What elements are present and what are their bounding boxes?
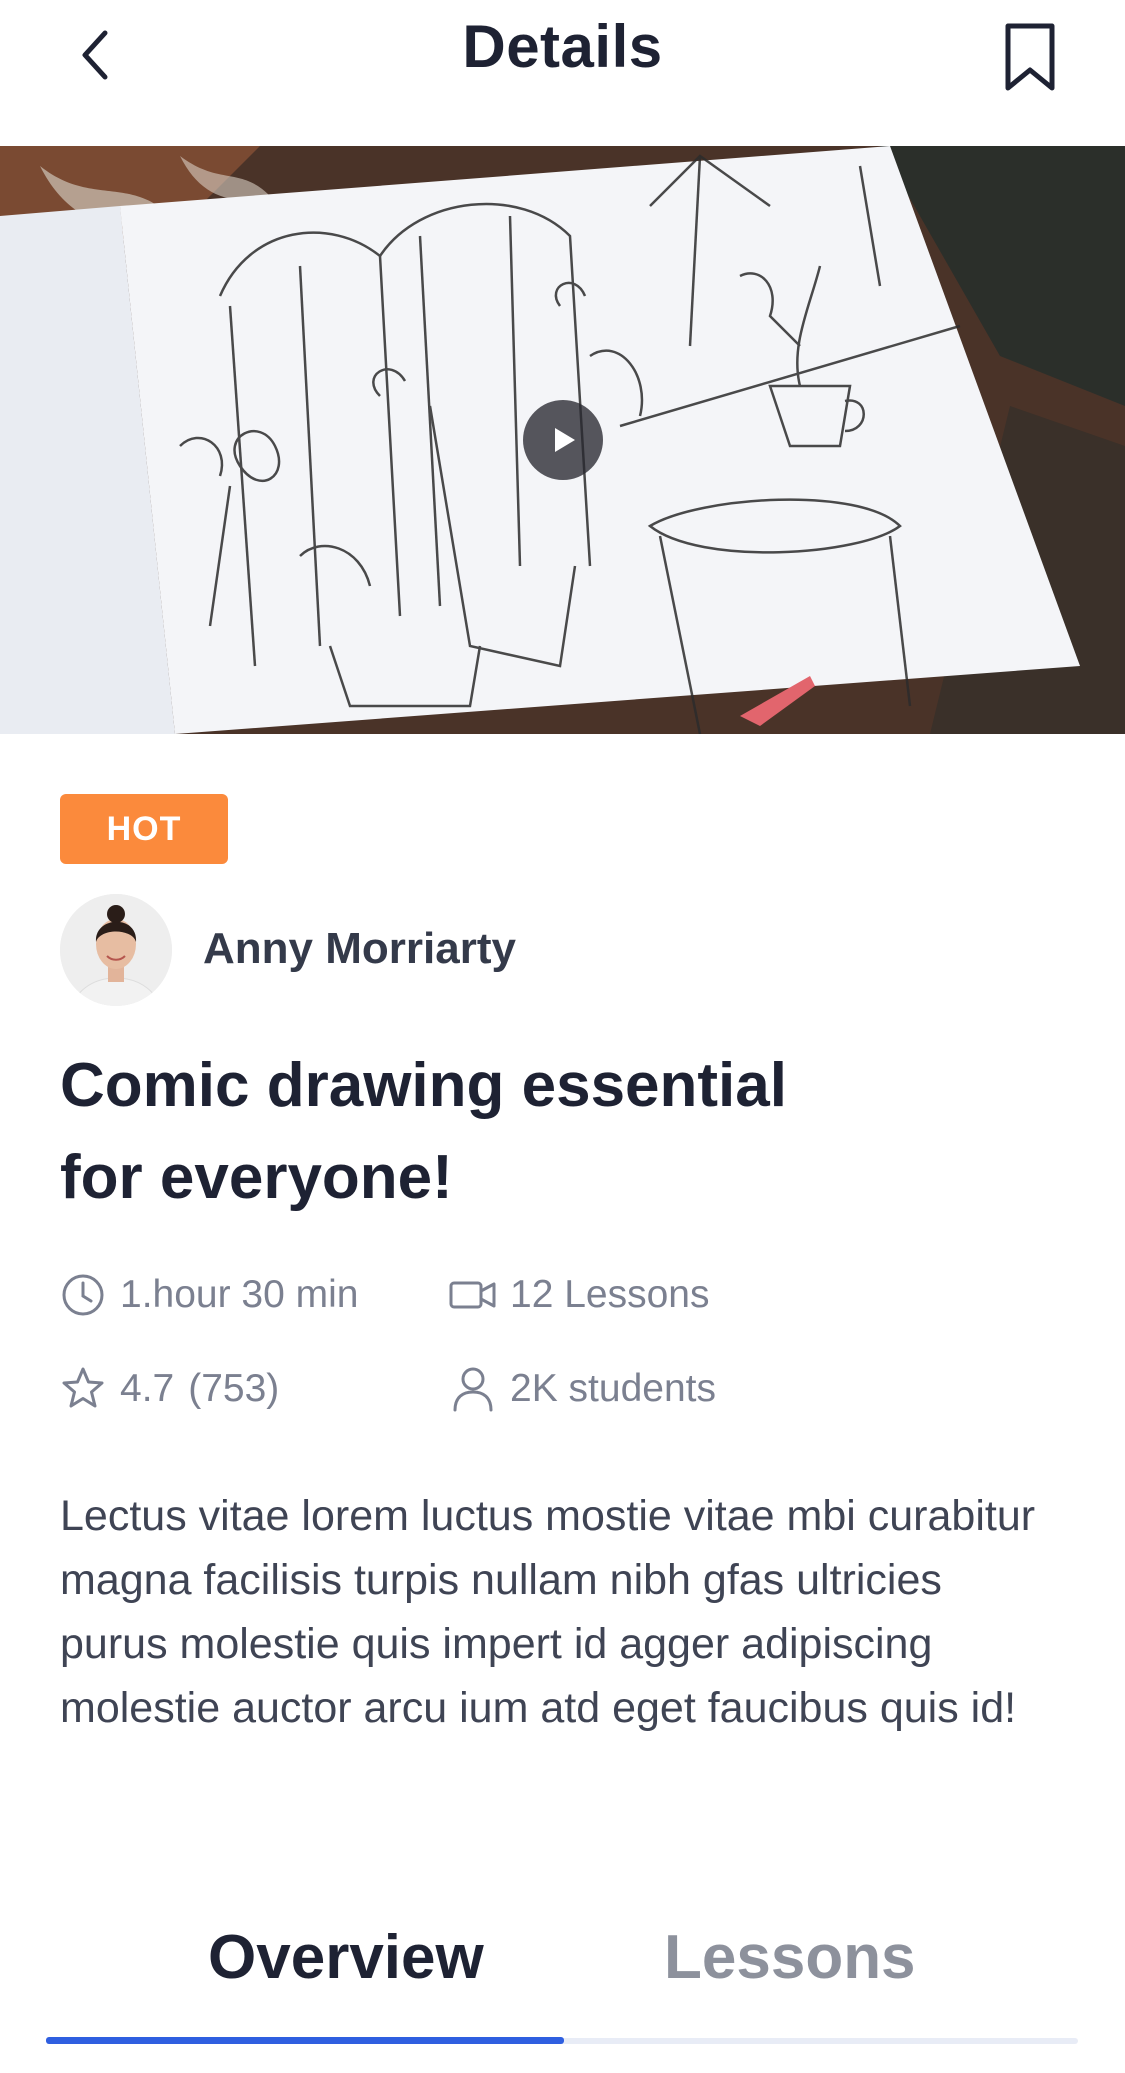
- user-icon: [448, 1364, 498, 1414]
- video-camera-icon: [448, 1270, 498, 1320]
- course-description: Lectus vitae lorem luctus mostie vitae m…: [60, 1492, 1036, 1732]
- author-avatar[interactable]: [60, 894, 172, 1006]
- tab-overview[interactable]: Overview: [208, 1922, 484, 1993]
- play-button[interactable]: [523, 400, 603, 480]
- star-icon: [58, 1364, 108, 1414]
- course-title-line: Comic drawing essential: [60, 1051, 787, 1120]
- duration-text: 1.hour 30 min: [120, 1273, 359, 1316]
- students-text: 2K students: [510, 1367, 716, 1410]
- clock-icon: [58, 1270, 108, 1320]
- hot-badge: HOT: [60, 794, 228, 864]
- page-title: Details: [462, 13, 663, 80]
- bookmark-icon: [1005, 23, 1055, 91]
- active-tab-indicator: [46, 2037, 564, 2044]
- rating-info: 4.7 (753): [58, 1364, 279, 1414]
- students-info: 2K students: [448, 1364, 716, 1414]
- rating-count: (753): [188, 1367, 280, 1410]
- author-photo: [60, 894, 172, 1006]
- course-title: Comic drawing essential for everyone!: [60, 1040, 960, 1224]
- lessons-info: 12 Lessons: [448, 1270, 709, 1320]
- top-bar: Details: [0, 0, 1125, 146]
- course-video-thumbnail[interactable]: [0, 146, 1125, 734]
- play-icon: [555, 428, 575, 452]
- lessons-text: 12 Lessons: [510, 1273, 710, 1316]
- duration-info: 1.hour 30 min: [58, 1270, 358, 1320]
- course-title-line: for everyone!: [60, 1143, 453, 1212]
- author-name[interactable]: Anny Morriarty: [203, 924, 516, 974]
- rating-value: 4.7: [120, 1367, 175, 1410]
- bookmark-button[interactable]: [990, 18, 1070, 98]
- tab-lessons[interactable]: Lessons: [664, 1922, 916, 1993]
